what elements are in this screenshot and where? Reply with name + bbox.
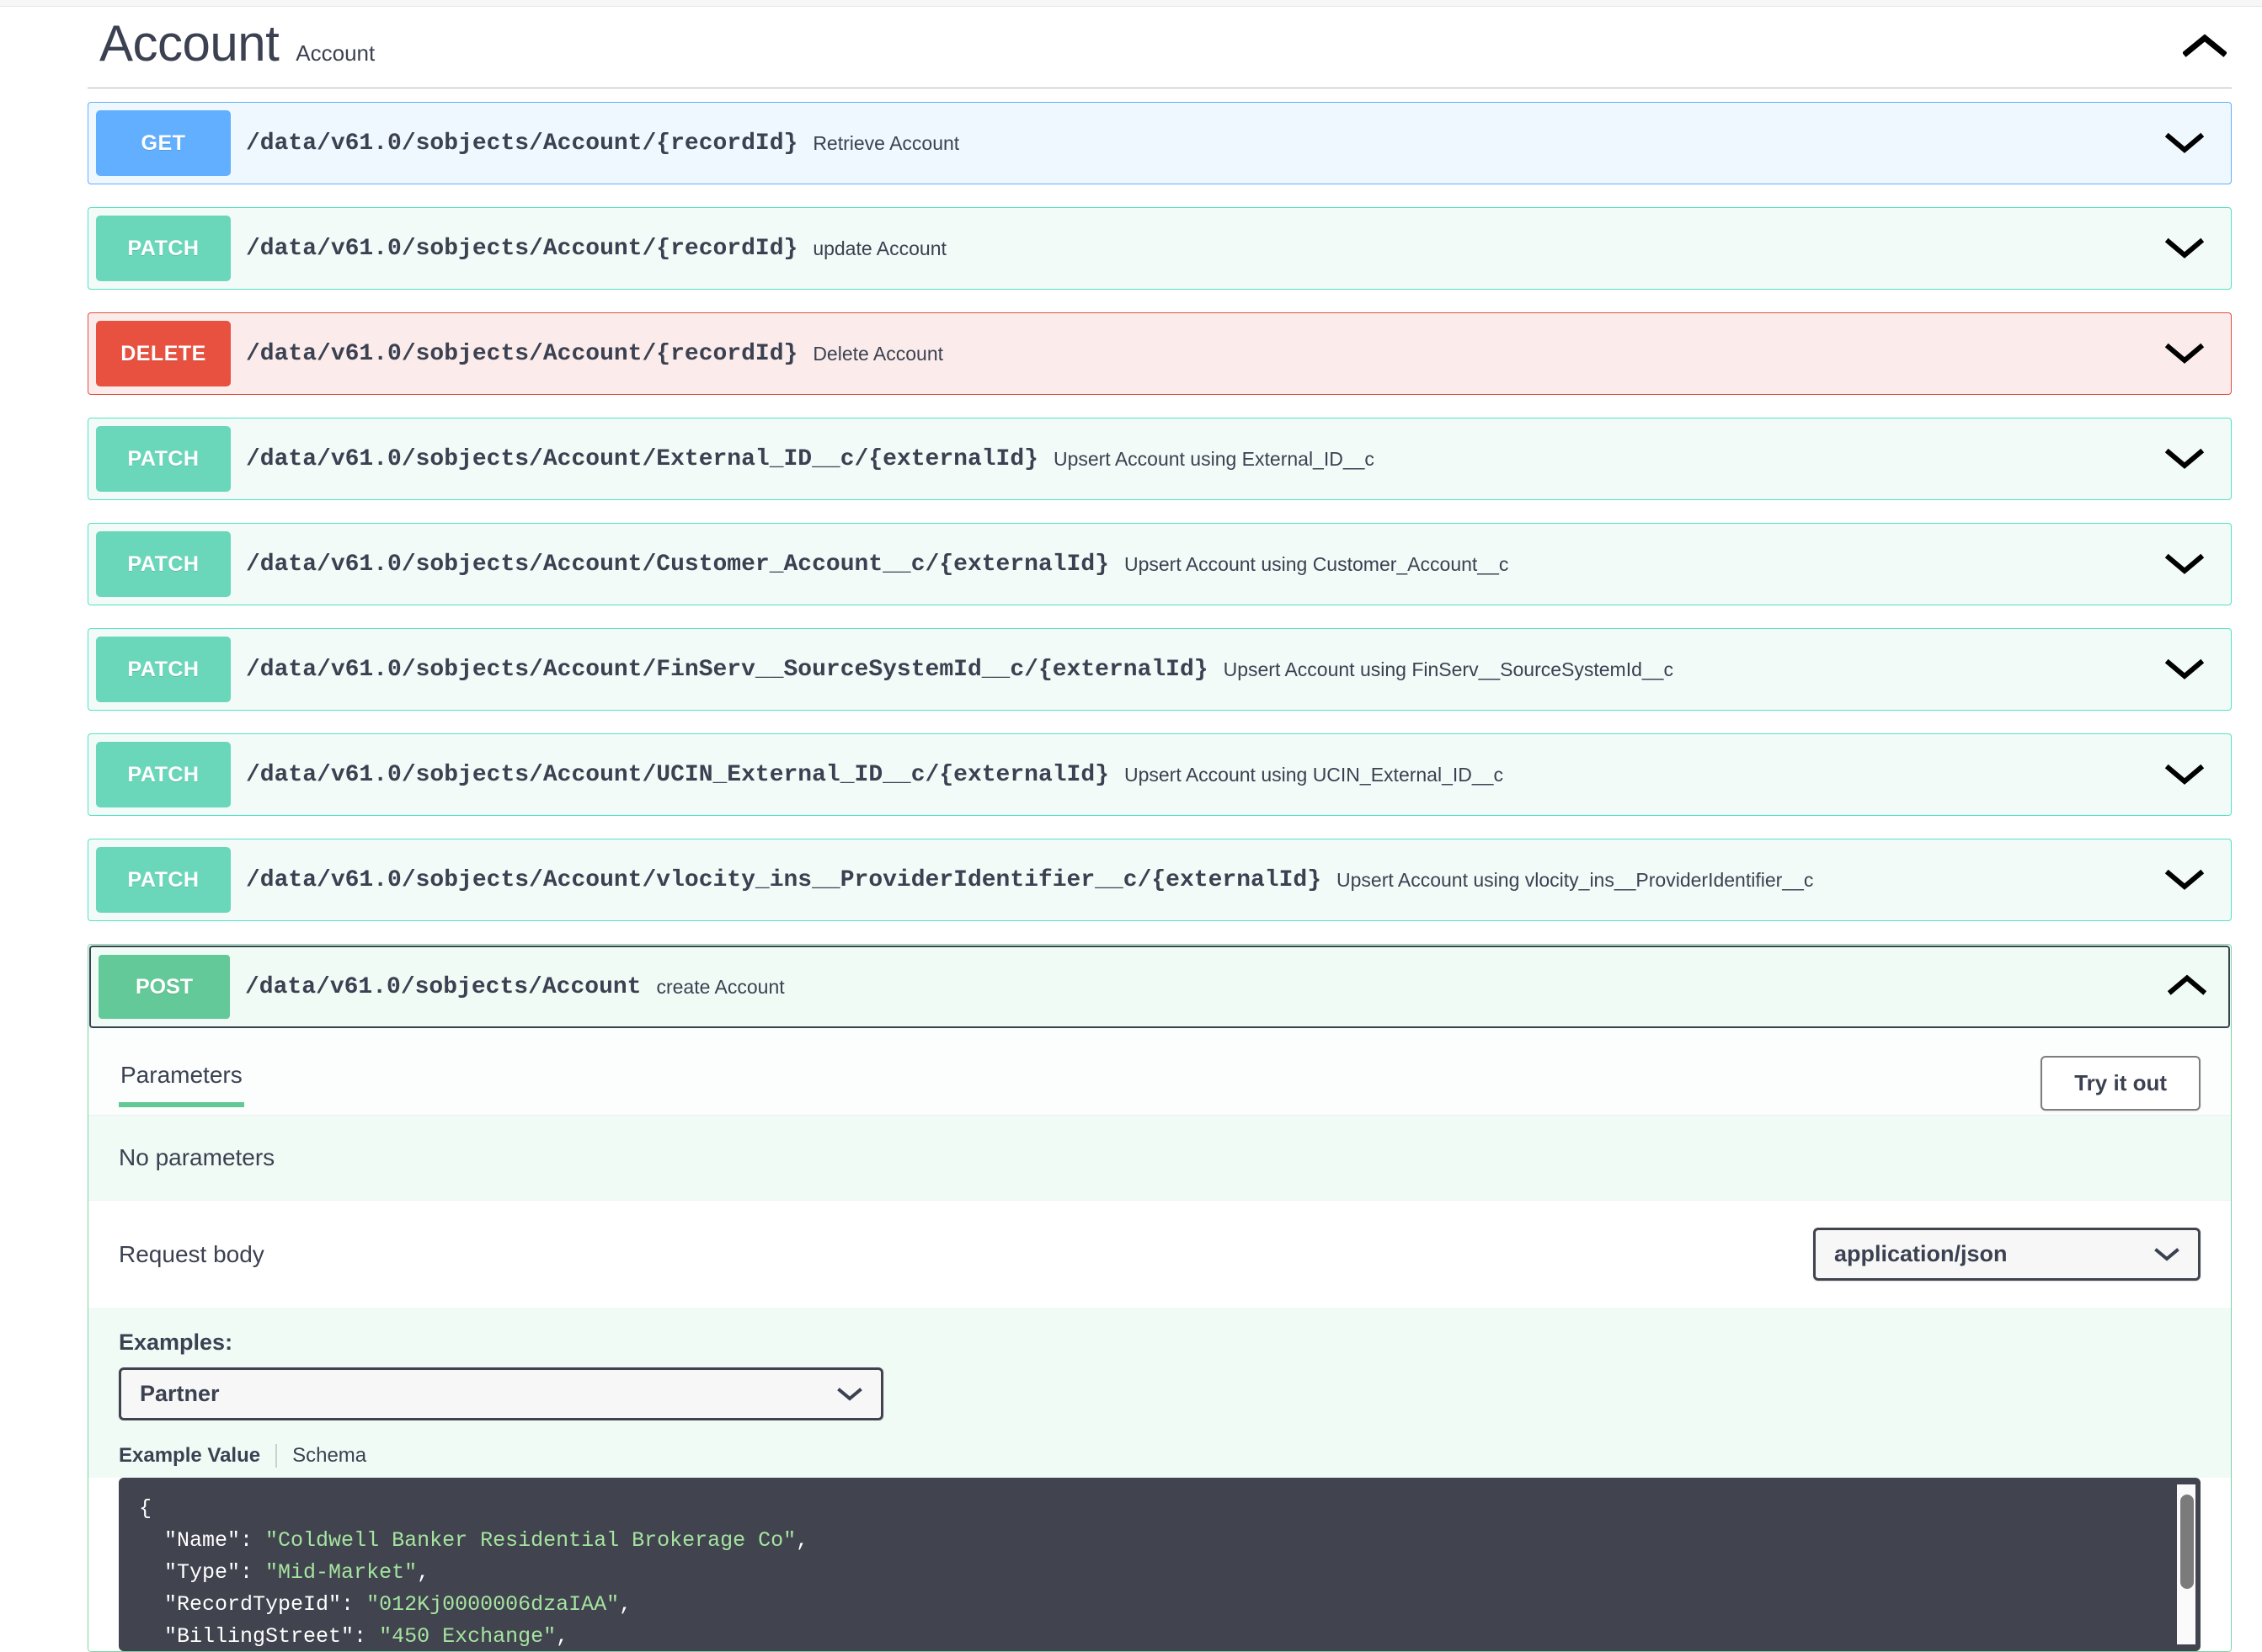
operation-post-create-account: POST /data/v61.0/sobjects/Account create… — [88, 944, 2232, 1652]
http-method-badge: PATCH — [96, 531, 231, 597]
operation-summary: update Account — [813, 237, 947, 259]
operation-expand-toggle[interactable] — [2163, 754, 2206, 796]
operation-row-inner: PATCH/data/v61.0/sobjects/Account/Custom… — [88, 524, 2231, 605]
tag-header[interactable]: Account Account — [0, 7, 2262, 88]
operation-row[interactable]: PATCH/data/v61.0/sobjects/Account/UCIN_E… — [88, 733, 2232, 816]
operation-path: /data/v61.0/sobjects/Account/External_ID… — [246, 445, 1038, 472]
example-value-code-block: { "Name": "Coldwell Banker Residential B… — [119, 1478, 2201, 1651]
http-method-badge: POST — [99, 955, 230, 1019]
operation-row[interactable]: DELETE/data/v61.0/sobjects/Account/{reco… — [88, 312, 2232, 395]
tag-collapse-toggle[interactable] — [2178, 19, 2232, 72]
operation-summary: Upsert Account using UCIN_External_ID__c — [1123, 763, 1503, 786]
no-parameters-message: No parameters — [88, 1115, 2231, 1200]
chevron-down-icon — [2165, 132, 2204, 153]
http-method-badge: PATCH — [96, 426, 231, 492]
code-line: { — [139, 1496, 152, 1521]
operation-expand-toggle[interactable] — [2163, 122, 2206, 164]
operation-row-inner: PATCH/data/v61.0/sobjects/Account/{recor… — [88, 208, 2231, 289]
tag-title-group: Account Account — [99, 19, 375, 69]
chevron-down-icon — [2165, 869, 2204, 890]
examples-label: Examples: — [119, 1330, 233, 1355]
chevron-down-icon — [2165, 764, 2204, 785]
content-type-value: application/json — [1834, 1241, 2008, 1266]
operation-row[interactable]: PATCH/data/v61.0/sobjects/Account/FinSer… — [88, 628, 2232, 711]
examples-section: Examples: Partner — [88, 1308, 2231, 1420]
operation-summary: Upsert Account using FinServ__SourceSyst… — [1223, 658, 1673, 680]
operation-row-inner: GET/data/v61.0/sobjects/Account/{recordI… — [88, 103, 2231, 184]
http-method-badge: GET — [96, 110, 231, 176]
operation-row[interactable]: PATCH/data/v61.0/sobjects/Account/{recor… — [88, 207, 2232, 290]
operation-row[interactable]: PATCH/data/v61.0/sobjects/Account/Custom… — [88, 523, 2232, 605]
operation-path: /data/v61.0/sobjects/Account/Customer_Ac… — [246, 551, 1109, 578]
chevron-down-icon — [2165, 343, 2204, 364]
operation-path: /data/v61.0/sobjects/Account/FinServ__So… — [246, 656, 1208, 683]
operation-summary: create Account — [656, 975, 785, 998]
operation-path: /data/v61.0/sobjects/Account — [245, 973, 642, 1000]
operation-summary: Delete Account — [813, 342, 944, 365]
parameters-tab-row: Parameters Try it out — [88, 1029, 2231, 1115]
code-line: "RecordTypeId": "012Kj0000006dzaIAA", — [139, 1592, 632, 1617]
operation-row-inner: PATCH/data/v61.0/sobjects/Account/UCIN_E… — [88, 734, 2231, 815]
code-line: "BillingStreet": "450 Exchange", — [139, 1624, 569, 1649]
code-scrollbar[interactable] — [2177, 1484, 2195, 1644]
code-line: "Type": "Mid-Market", — [139, 1560, 430, 1585]
request-body-row: Request body application/json — [88, 1200, 2231, 1308]
operation-expand-toggle[interactable] — [2163, 648, 2206, 690]
tab-parameters[interactable]: Parameters — [119, 1058, 244, 1107]
code-line: "Name": "Coldwell Banker Residential Bro… — [139, 1528, 809, 1553]
example-select[interactable]: Partner — [119, 1367, 883, 1420]
operation-summary: Upsert Account using Customer_Account__c — [1123, 552, 1509, 575]
operation-summary: Upsert Account using External_ID__c — [1053, 447, 1374, 470]
operation-summary: Upsert Account using vlocity_ins__Provid… — [1336, 868, 1814, 891]
chevron-up-icon — [2183, 34, 2227, 57]
example-select-value: Partner — [140, 1381, 220, 1406]
http-method-badge: PATCH — [96, 216, 231, 281]
tab-schema[interactable]: Schema — [275, 1444, 366, 1468]
http-method-badge: DELETE — [96, 321, 231, 386]
operation-path: /data/v61.0/sobjects/Account/UCIN_Extern… — [246, 761, 1109, 788]
operation-row[interactable]: PATCH/data/v61.0/sobjects/Account/Extern… — [88, 418, 2232, 500]
http-method-badge: PATCH — [96, 742, 231, 807]
chevron-down-icon — [2165, 658, 2204, 679]
request-body-label: Request body — [119, 1240, 264, 1267]
operation-expand-toggle[interactable] — [2163, 859, 2206, 901]
example-json-code: { "Name": "Coldwell Banker Residential B… — [119, 1493, 2201, 1651]
operation-path: /data/v61.0/sobjects/Account/vlocity_ins… — [246, 866, 1322, 893]
chevron-down-icon — [2165, 553, 2204, 574]
operation-row-inner: DELETE/data/v61.0/sobjects/Account/{reco… — [88, 313, 2231, 394]
operation-collapse-toggle[interactable] — [2167, 973, 2207, 1001]
chevron-down-icon — [837, 1387, 862, 1401]
operation-row-inner: PATCH/data/v61.0/sobjects/Account/vlocit… — [88, 839, 2231, 920]
swagger-ui-page: Account Account GET/data/v61.0/sobjects/… — [0, 0, 2262, 1652]
operation-header[interactable]: POST /data/v61.0/sobjects/Account create… — [89, 946, 2230, 1028]
page-title: Account — [99, 15, 280, 72]
operations-list: GET/data/v61.0/sobjects/Account/{recordI… — [88, 88, 2232, 921]
operation-row-inner: PATCH/data/v61.0/sobjects/Account/FinSer… — [88, 629, 2231, 710]
code-scrollbar-thumb[interactable] — [2180, 1495, 2194, 1589]
operation-path: /data/v61.0/sobjects/Account/{recordId} — [246, 235, 798, 262]
chevron-down-icon — [2165, 448, 2204, 469]
operation-row-inner: PATCH/data/v61.0/sobjects/Account/Extern… — [88, 418, 2231, 499]
operation-expand-toggle[interactable] — [2163, 333, 2206, 375]
operation-body: Parameters Try it out No parameters Requ… — [88, 1029, 2231, 1651]
content-type-select[interactable]: application/json — [1813, 1228, 2201, 1281]
example-value-tab-row: Example Value Schema — [88, 1420, 2231, 1478]
chevron-down-icon — [2165, 237, 2204, 258]
try-it-out-button[interactable]: Try it out — [2041, 1055, 2201, 1111]
operation-expand-toggle[interactable] — [2163, 543, 2206, 585]
operation-path: /data/v61.0/sobjects/Account/{recordId} — [246, 130, 798, 157]
operation-path: /data/v61.0/sobjects/Account/{recordId} — [246, 340, 798, 367]
http-method-badge: PATCH — [96, 637, 231, 702]
chevron-up-icon — [2167, 974, 2207, 995]
operation-expand-toggle[interactable] — [2163, 438, 2206, 480]
operation-expand-toggle[interactable] — [2163, 227, 2206, 269]
operation-row[interactable]: PATCH/data/v61.0/sobjects/Account/vlocit… — [88, 839, 2232, 921]
operation-summary: Retrieve Account — [813, 131, 960, 154]
operation-row[interactable]: GET/data/v61.0/sobjects/Account/{recordI… — [88, 102, 2232, 184]
top-divider — [0, 0, 2262, 7]
http-method-badge: PATCH — [96, 847, 231, 913]
tab-example-value[interactable]: Example Value — [119, 1444, 275, 1468]
tag-description: Account — [296, 40, 376, 66]
chevron-down-icon — [2154, 1247, 2179, 1261]
